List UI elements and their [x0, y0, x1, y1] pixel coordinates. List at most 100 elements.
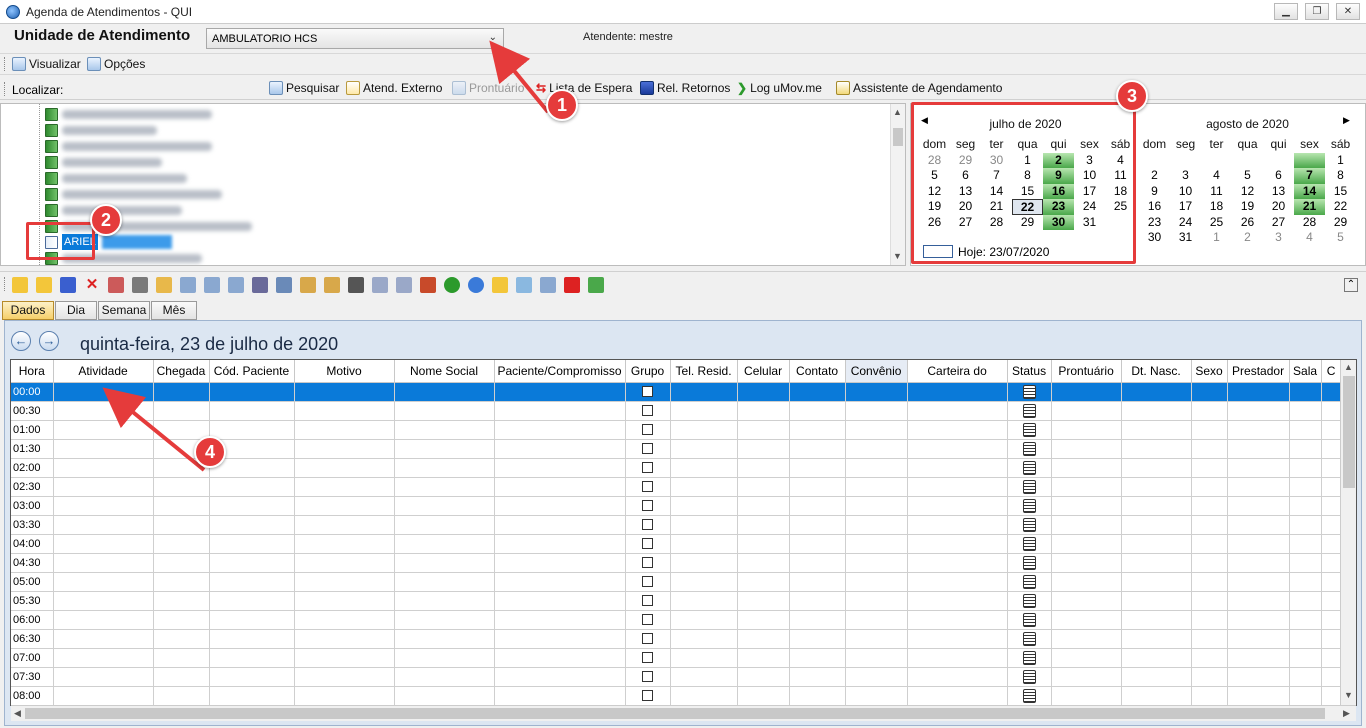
unit-select[interactable]: AMBULATORIO HCS ⌄	[206, 28, 504, 49]
grid-cell[interactable]	[1289, 382, 1322, 402]
grid-cell[interactable]	[1321, 515, 1342, 535]
toolbar-grip[interactable]	[4, 82, 7, 96]
grid-cell[interactable]	[294, 382, 395, 402]
status-cell[interactable]	[1007, 610, 1052, 630]
grid-cell[interactable]	[845, 439, 908, 459]
group-cell[interactable]	[625, 648, 671, 668]
grid-cell[interactable]	[53, 686, 154, 705]
grid-cell[interactable]	[1227, 439, 1290, 459]
time-cell[interactable]: 03:00	[11, 496, 54, 516]
grid-cell[interactable]	[845, 686, 908, 705]
grid-cell[interactable]	[394, 629, 495, 649]
grid-cell[interactable]	[1191, 572, 1228, 592]
grid-cell[interactable]	[1321, 477, 1342, 497]
group-checkbox[interactable]	[642, 481, 654, 493]
status-cell[interactable]	[1007, 477, 1052, 497]
grid-cell[interactable]	[1191, 553, 1228, 573]
grid-cell[interactable]	[845, 420, 908, 440]
grid-cell[interactable]	[1289, 496, 1322, 516]
grid-cell[interactable]	[1321, 439, 1342, 459]
grid-cell[interactable]	[1227, 553, 1290, 573]
column-header[interactable]: Hora	[11, 360, 54, 383]
grid-cell[interactable]	[845, 572, 908, 592]
minimize-button[interactable]: ▁	[1274, 3, 1298, 20]
filter-icon[interactable]	[348, 277, 364, 293]
grid-cell[interactable]	[209, 591, 295, 611]
calendar-day[interactable]: 11	[1201, 184, 1232, 200]
grid-cell[interactable]	[53, 515, 154, 535]
grid-cell[interactable]	[789, 610, 846, 630]
schedule-copy-icon[interactable]	[228, 277, 244, 293]
grid-cell[interactable]	[209, 477, 295, 497]
grid-cell[interactable]	[1191, 458, 1228, 478]
group-checkbox[interactable]	[642, 462, 654, 474]
grid-cell[interactable]	[494, 477, 626, 497]
calendar-day[interactable]: 3	[1170, 168, 1201, 184]
grid-cell[interactable]	[1321, 667, 1342, 687]
grid-cell[interactable]	[53, 401, 154, 421]
grid-cell[interactable]	[670, 439, 738, 459]
grid-cell[interactable]	[294, 534, 395, 554]
grid-cell[interactable]	[789, 591, 846, 611]
grid-cell[interactable]	[1191, 591, 1228, 611]
grid-cell[interactable]	[670, 420, 738, 440]
grid-cell[interactable]	[789, 458, 846, 478]
grid-cell[interactable]	[789, 534, 846, 554]
grid-cell[interactable]	[737, 610, 790, 630]
grid-cell[interactable]	[494, 667, 626, 687]
grid-cell[interactable]	[494, 591, 626, 611]
grid-cell[interactable]	[153, 477, 210, 497]
grid-cell[interactable]	[737, 458, 790, 478]
grid-cell[interactable]	[394, 439, 495, 459]
grid-cell[interactable]	[494, 458, 626, 478]
grid-cell[interactable]	[789, 401, 846, 421]
grid-cell[interactable]	[1051, 420, 1122, 440]
grid-cell[interactable]	[53, 591, 154, 611]
schedule-row[interactable]: 08:00	[11, 686, 1342, 705]
grid-cell[interactable]	[737, 553, 790, 573]
refresh-icon[interactable]	[444, 277, 460, 293]
group-cell[interactable]	[625, 439, 671, 459]
grid-cell[interactable]	[1227, 686, 1290, 705]
grid-cell[interactable]	[153, 572, 210, 592]
tab-mes[interactable]: Mês	[151, 301, 197, 320]
calendar-day[interactable]: 2	[1139, 168, 1170, 184]
scroll-down-icon[interactable]: ▼	[1344, 690, 1353, 700]
grid-cell[interactable]	[1121, 648, 1192, 668]
grid-cell[interactable]	[494, 534, 626, 554]
paste-icon[interactable]	[300, 277, 316, 293]
status-cell[interactable]	[1007, 401, 1052, 421]
grid-cell[interactable]	[845, 591, 908, 611]
calendar-day[interactable]: 14	[1294, 183, 1325, 199]
grid-cell[interactable]	[494, 515, 626, 535]
grid-cell[interactable]	[494, 629, 626, 649]
grid-cell[interactable]	[1051, 591, 1122, 611]
column-header[interactable]: Atividade	[53, 360, 154, 383]
grid-cell[interactable]	[1121, 667, 1192, 687]
status-cell[interactable]	[1007, 629, 1052, 649]
column-header[interactable]: Chegada	[153, 360, 210, 383]
schedule-row[interactable]: 04:30	[11, 553, 1342, 573]
print-icon[interactable]	[396, 277, 412, 293]
grid-cell[interactable]	[1321, 610, 1342, 630]
grid-cell[interactable]	[1051, 610, 1122, 630]
grid-cell[interactable]	[670, 553, 738, 573]
grid-cell[interactable]	[1227, 458, 1290, 478]
grid-cell[interactable]	[907, 534, 1008, 554]
tree-item[interactable]	[45, 106, 212, 122]
grid-cell[interactable]	[209, 629, 295, 649]
cancel-icon[interactable]	[108, 277, 124, 293]
group-checkbox[interactable]	[642, 557, 654, 569]
grid-cell[interactable]	[209, 648, 295, 668]
grid-cell[interactable]	[394, 458, 495, 478]
grid-cell[interactable]	[1191, 610, 1228, 630]
time-cell[interactable]: 07:30	[11, 667, 54, 687]
grid-cell[interactable]	[670, 382, 738, 402]
grid-cell[interactable]	[907, 667, 1008, 687]
grid-cell[interactable]	[845, 477, 908, 497]
grid-cell[interactable]	[153, 629, 210, 649]
status-cell[interactable]	[1007, 591, 1052, 611]
group-checkbox[interactable]	[642, 424, 654, 436]
grid-cell[interactable]	[494, 686, 626, 705]
status-cell[interactable]	[1007, 420, 1052, 440]
